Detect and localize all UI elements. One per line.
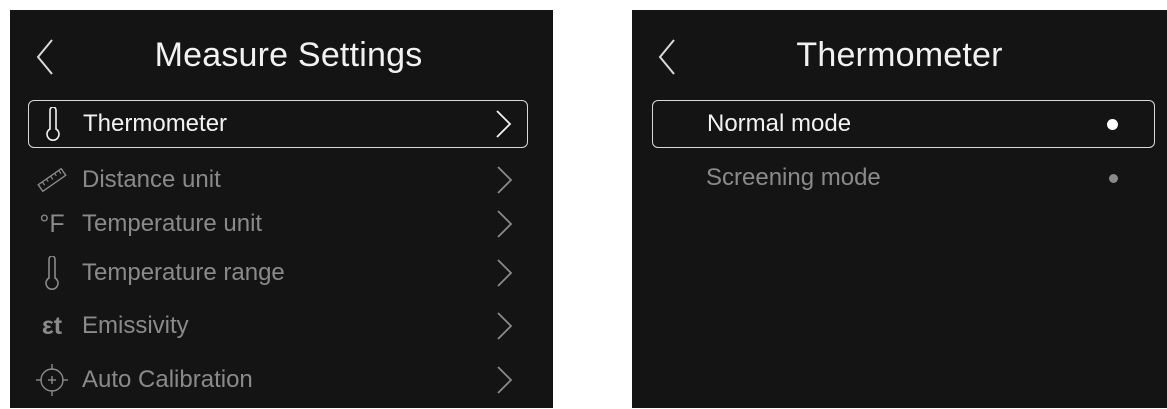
menu-item-label: Auto Calibration xyxy=(82,366,253,393)
emissivity-icon-text: εt xyxy=(41,311,63,340)
menu-item-distance-unit[interactable]: Distance unit xyxy=(28,157,528,203)
chevron-right-icon xyxy=(491,107,515,141)
header: Measure Settings xyxy=(10,10,553,98)
page-title: Thermometer xyxy=(796,36,1003,74)
menu-item-auto-calibration[interactable]: Auto Calibration xyxy=(28,357,528,403)
chevron-right-icon xyxy=(492,207,516,241)
crosshair-icon xyxy=(32,360,72,400)
thermometer-icon xyxy=(33,104,73,144)
chevron-right-icon xyxy=(492,256,516,290)
ruler-icon xyxy=(32,160,72,200)
menu-item-label: Temperature unit xyxy=(82,210,263,237)
emissivity-icon: εt xyxy=(32,306,72,346)
menu-item-temperature-unit[interactable]: °F Temperature unit xyxy=(28,201,528,247)
option-label: Normal mode xyxy=(707,110,852,137)
measure-settings-screen: Measure Settings Thermometer Distance un… xyxy=(10,10,553,408)
thermometer-screen: Thermometer Normal mode Screening mode xyxy=(632,10,1167,408)
option-screening-mode[interactable]: Screening mode xyxy=(652,155,1155,201)
option-label: Screening mode xyxy=(706,164,881,191)
menu-item-label: Thermometer xyxy=(83,110,228,137)
fahrenheit-icon-text: °F xyxy=(39,209,65,238)
fahrenheit-icon: °F xyxy=(32,204,72,244)
menu-item-label: Temperature range xyxy=(82,259,285,286)
header: Thermometer xyxy=(632,10,1167,98)
menu-item-emissivity[interactable]: εt Emissivity xyxy=(28,303,528,349)
radio-selected-icon xyxy=(1107,118,1118,130)
menu-item-temperature-range[interactable]: Temperature range xyxy=(28,250,528,296)
thermometer-icon xyxy=(32,253,72,293)
menu-item-label: Emissivity xyxy=(82,312,189,339)
chevron-right-icon xyxy=(492,163,516,197)
option-normal-mode[interactable]: Normal mode xyxy=(652,100,1155,148)
radio-unselected-icon xyxy=(1109,173,1118,183)
menu-item-label: Distance unit xyxy=(82,166,221,193)
chevron-right-icon xyxy=(492,363,516,397)
chevron-right-icon xyxy=(492,309,516,343)
page-title: Measure Settings xyxy=(154,36,423,74)
menu-item-thermometer[interactable]: Thermometer xyxy=(28,100,528,148)
